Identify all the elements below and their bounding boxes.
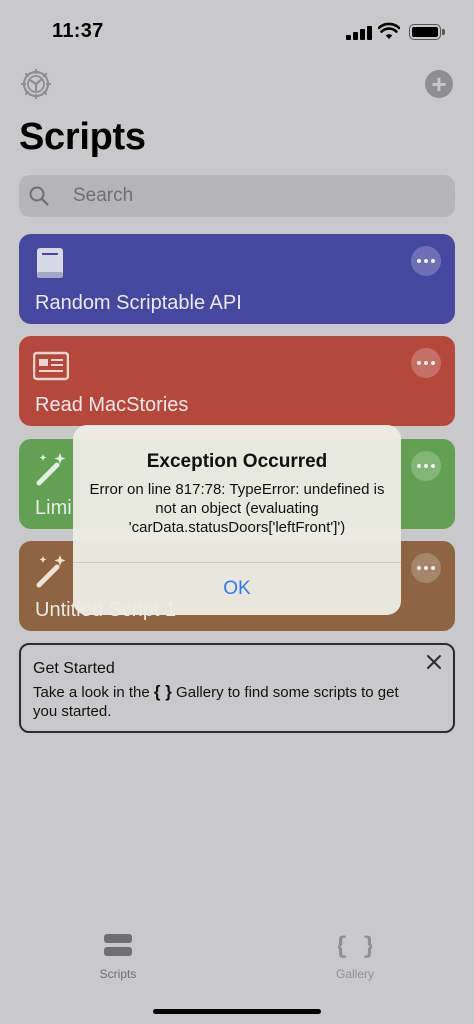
ok-button[interactable]: OK bbox=[73, 563, 401, 615]
exception-alert: Exception Occurred Error on line 817:78:… bbox=[73, 425, 401, 615]
alert-title: Exception Occurred bbox=[146, 451, 328, 472]
alert-message: Error on line 817:78: TypeError: undefin… bbox=[89, 481, 385, 536]
